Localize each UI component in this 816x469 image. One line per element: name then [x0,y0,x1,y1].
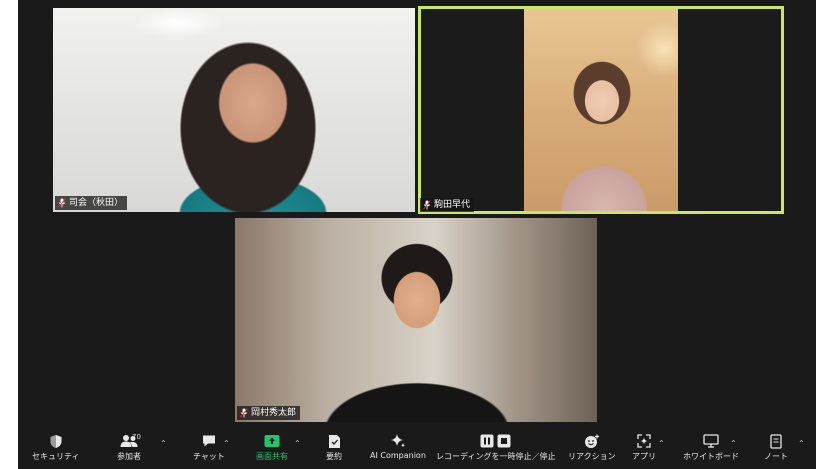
summary-label: 要約 [326,452,342,461]
share-screen-icon [264,435,280,447]
whiteboard-icon [703,434,719,448]
pause-icon [480,434,494,448]
summary-button[interactable]: 要約 [326,432,342,462]
reactions-button[interactable]: リアクション [568,432,616,462]
participant-video [53,8,415,212]
recording-pause-stop-button[interactable]: レコーディングを一時停止／停止 [436,432,555,462]
chat-icon [202,435,215,447]
share-options-caret[interactable]: ⌃ [294,439,301,448]
mic-muted-icon [423,200,431,210]
name-tag: 岡村秀太郎 [237,406,301,420]
share-screen-button[interactable]: 画面共有 [256,432,288,462]
summary-icon [328,434,340,448]
participant-name: 司会（秋田） [69,198,124,208]
participants-options-caret[interactable]: ⌃ [160,439,167,448]
reactions-label: リアクション [568,452,616,461]
apps-button[interactable]: アプリ [632,432,656,462]
chat-label: チャット [193,452,225,461]
share-screen-label: 画面共有 [256,452,288,461]
participant-count: 70 [132,433,141,441]
ai-companion-label: AI Companion [370,451,426,460]
meeting-toolbar: セキュリティ 70 参加者 ⌃ チャット ⌃ 画面共有 ⌃ 要約 AI Comp… [18,429,816,469]
name-tag: 駒田早代 [420,198,475,212]
apps-icon [637,434,651,448]
apps-label: アプリ [632,452,656,461]
whiteboard-options-caret[interactable]: ⌃ [730,439,737,448]
apps-options-caret[interactable]: ⌃ [658,439,665,448]
meeting-window: 司会（秋田） 駒田早代 岡村秀太郎 セキュリティ 70 参加者 ⌃ チャット ⌃… [18,0,816,469]
security-button[interactable]: セキュリティ [32,432,80,462]
reaction-icon [584,434,599,448]
shield-icon [50,434,62,448]
video-tile-participant-3[interactable]: 岡村秀太郎 [235,218,597,422]
whiteboard-label: ホワイトボード [683,452,739,461]
participant-name: 岡村秀太郎 [251,408,297,418]
mic-muted-icon [58,198,66,208]
participant-name: 駒田早代 [434,200,471,210]
participants-label: 参加者 [117,452,141,461]
notes-label: ノート [764,452,788,461]
ai-companion-button[interactable]: AI Companion [370,432,426,460]
stop-icon [497,434,511,448]
notes-options-caret[interactable]: ⌃ [798,439,805,448]
sparkle-icon [390,434,405,448]
mic-muted-icon [240,408,248,418]
video-tile-participant-2-active-speaker[interactable]: 駒田早代 [418,6,784,214]
chat-button[interactable]: チャット [193,432,225,462]
security-label: セキュリティ [32,452,80,461]
name-tag: 司会（秋田） [55,196,128,210]
participant-video [235,218,597,422]
notes-icon [770,433,782,449]
chat-options-caret[interactable]: ⌃ [223,439,230,448]
notes-button[interactable]: ノート [764,432,788,462]
video-tile-participant-1[interactable]: 司会（秋田） [53,8,415,212]
recording-label: レコーディングを一時停止／停止 [436,452,556,461]
participants-button[interactable]: 70 参加者 [112,432,146,462]
participant-video [524,9,678,211]
